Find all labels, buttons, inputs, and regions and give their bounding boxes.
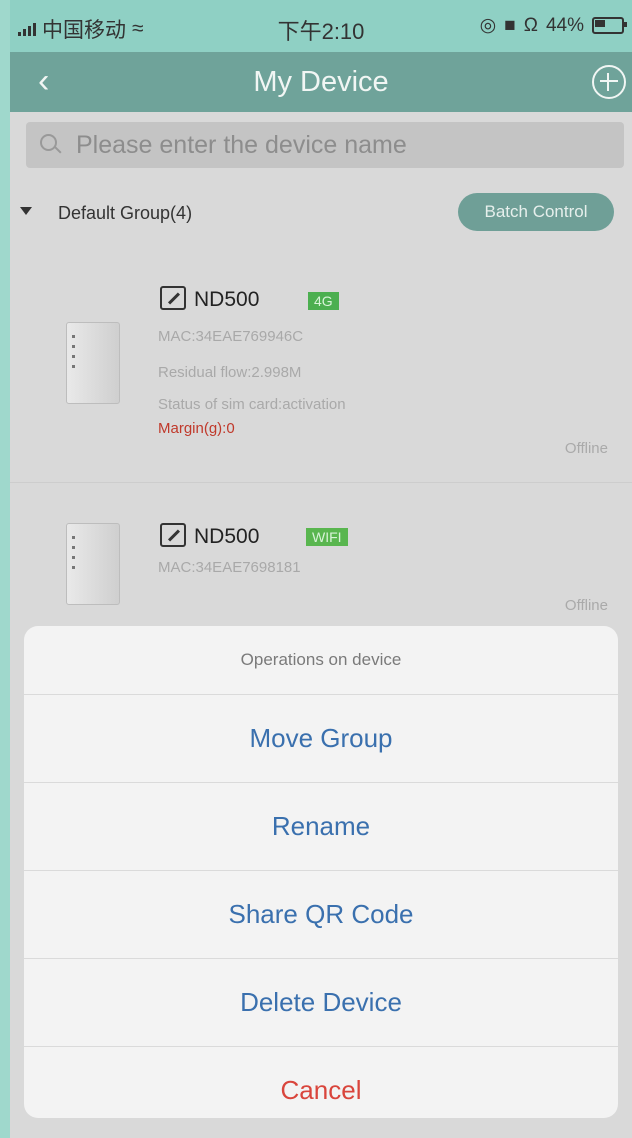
cancel-button[interactable]: Cancel [24, 1047, 618, 1118]
share-qr-code-button[interactable]: Share QR Code [24, 871, 618, 959]
phone-screen: 中国移动 ≈ 下午2:10 ◎ ■ Ω 44% ‹ My Device Plea… [10, 0, 632, 1138]
action-sheet: Operations on device Move Group Rename S… [24, 626, 618, 1118]
delete-device-button[interactable]: Delete Device [24, 959, 618, 1047]
action-sheet-title: Operations on device [24, 626, 618, 695]
rename-button[interactable]: Rename [24, 783, 618, 871]
move-group-button[interactable]: Move Group [24, 695, 618, 783]
